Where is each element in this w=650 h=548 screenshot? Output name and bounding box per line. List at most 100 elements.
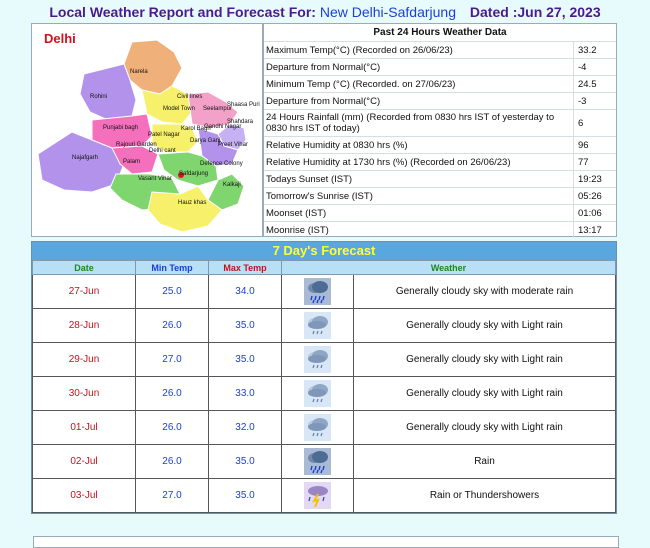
forecast-min-temp: 26.0 [135,410,209,445]
past-data-row: 24 Hours Rainfall (mm) (Recorded from 08… [264,109,616,137]
forecast-icon-cell [281,274,354,309]
map-label-model-town: Model Town [163,106,195,112]
past-data-label: Departure from Normal(°C) [264,58,574,76]
forecast-panel: 7 Day's Forecast Date Min Temp Max Temp … [31,241,617,514]
district-shape-model-town [141,85,193,125]
past-data-label: Minimum Temp (°C) (Recorded. on 27/06/23… [264,75,574,93]
col-header-max-temp: Max Temp [208,260,282,275]
station-name: New Delhi-Safdarjung [319,4,457,20]
forecast-min-temp: 25.0 [135,274,209,309]
rain-cloud-icon [304,448,331,475]
forecast-min-temp: 26.0 [135,376,209,411]
map-label-rohini: Rohini [90,94,107,100]
forecast-row: 30-Jun 26.0 33.0 Generally cloudy sky with … [32,376,616,411]
map-label-darya-ganj: Darya Ganj [190,138,220,144]
map-label-vasant-vihar: Vasant Vihar [138,176,172,182]
page-title: Local Weather Report and Forecast For: N… [0,4,650,20]
forecast-max-temp: 35.0 [208,478,282,513]
past-data-label: Departure from Normal(°C) [264,92,574,110]
past-data-value: 33.2 [573,41,616,59]
map-label-delhi-cant: Delhi cant [149,148,176,154]
map-label-narela: Narela [130,69,148,75]
past-data-row: Todays Sunset (IST) 19:23 [264,170,616,188]
forecast-weather-text: Rain or Thundershowers [353,478,616,513]
forecast-row: 28-Jun 26.0 35.0 Generally cloudy sky with … [32,308,616,343]
district-shape-rohini [79,63,137,121]
map-label-defence-colony: Defence Colony [200,161,243,167]
forecast-icon-cell [281,478,354,513]
map-label-patel-nagar: Patel Nagar [148,132,180,138]
past-data-value: 6 [573,109,616,137]
title-prefix: Local Weather Report and Forecast For: [49,4,316,20]
map-title: Delhi [44,31,76,46]
forecast-row: 01-Jul 26.0 32.0 Generally cloudy sky with … [32,410,616,445]
map-label-kalkaji: Kalkaji [223,182,241,188]
forecast-min-temp: 26.0 [135,444,209,479]
forecast-heading: 7 Day's Forecast [32,242,616,260]
map-label-najafgarh: Najafgarh [72,155,98,161]
past-data-label: 24 Hours Rainfall (mm) (Recorded from 08… [264,109,574,137]
delhi-district-map: Delhi Narela Rohini Civil lines Seelampu… [31,23,263,237]
forecast-weather-text: Generally cloudy sky with Light rain [353,308,616,343]
past-data-label: Tomorrow's Sunrise (IST) [264,187,574,205]
forecast-min-temp: 27.0 [135,342,209,377]
forecast-row: 27-Jun 25.0 34.0 Generally cloudy sky with … [32,274,616,309]
forecast-max-temp: 35.0 [208,444,282,479]
past-data-value: 24.5 [573,75,616,93]
past-data-value: 77 [573,153,616,171]
forecast-row: 02-Jul 26.0 35.0 Rain [32,444,616,479]
past-data-row: Departure from Normal(°C) -4 [264,58,616,76]
forecast-icon-cell [281,342,354,377]
past-data-label: Relative Humidity at 1730 hrs (%) (Recor… [264,153,574,171]
map-label-preet-vihar: Preet Vihar [218,142,248,148]
past-data-label: Relative Humidity at 0830 hrs (%) [264,136,574,154]
past-data-value: -3 [573,92,616,110]
past-data-label: Todays Sunset (IST) [264,170,574,188]
forecast-min-temp: 27.0 [135,478,209,513]
forecast-date: 28-Jun [32,308,136,343]
forecast-table: Date Min Temp Max Temp Weather 27-Jun 25.… [32,260,616,513]
past-data-row: Moonset (IST) 01:06 [264,204,616,222]
forecast-weather-text: Rain [353,444,616,479]
forecast-header-row: Date Min Temp Max Temp Weather [32,260,616,275]
forecast-date: 02-Jul [32,444,136,479]
forecast-date: 30-Jun [32,376,136,411]
map-label-gandhi-nagar: Gandhi Nagar [204,124,241,130]
map-label-safdarjung: Safdarjung [179,171,208,177]
map-graphic: Delhi Narela Rohini Civil lines Seelampu… [37,31,260,233]
forecast-max-temp: 33.0 [208,376,282,411]
past-data-row: Departure from Normal(°C) -3 [264,92,616,110]
forecast-icon-cell [281,376,354,411]
map-label-civil-lines: Civil lines [177,94,202,100]
forecast-max-temp: 35.0 [208,308,282,343]
forecast-min-temp: 26.0 [135,308,209,343]
light-rain-cloud-icon [304,414,331,441]
past-data-row: Minimum Temp (°C) (Recorded. on 27/06/23… [264,75,616,93]
past-data-label: Moonrise (IST) [264,221,574,238]
col-header-weather: Weather [281,260,616,275]
district-shape-hauz-khas [147,185,223,233]
map-label-hauz-khas: Hauz khas [178,200,206,206]
district-shape-narela [123,39,183,95]
forecast-date: 01-Jul [32,410,136,445]
past-data-value: 96 [573,136,616,154]
forecast-icon-cell [281,444,354,479]
past-24h-heading: Past 24 Hours Weather Data [373,27,507,38]
past-24h-table: Maximum Temp(°C) (Recorded on 26/06/23) 3… [264,41,616,238]
forecast-weather-text: Generally cloudy sky with moderate rain [353,274,616,309]
col-header-date: Date [32,260,136,275]
map-label-shaasa-puri: Shaasa Puri [227,102,260,108]
light-rain-cloud-icon [304,312,331,339]
map-label-palam: Palam [123,159,140,165]
past-data-value: 13:17 [573,221,616,238]
col-header-min-temp: Min Temp [135,260,209,275]
past-data-row: Tomorrow's Sunrise (IST) 05:26 [264,187,616,205]
forecast-weather-text: Generally cloudy sky with Light rain [353,342,616,377]
thunderstorm-icon [304,482,331,509]
light-rain-cloud-icon [304,346,331,373]
past-data-label: Maximum Temp(°C) (Recorded on 26/06/23) [264,41,574,59]
past-data-row: Relative Humidity at 0830 hrs (%) 96 [264,136,616,154]
map-label-punjabi-bagh: Punjabi bagh [103,125,138,131]
forecast-weather-text: Generally cloudy sky with Light rain [353,410,616,445]
forecast-weather-text: Generally cloudy sky with Light rain [353,376,616,411]
